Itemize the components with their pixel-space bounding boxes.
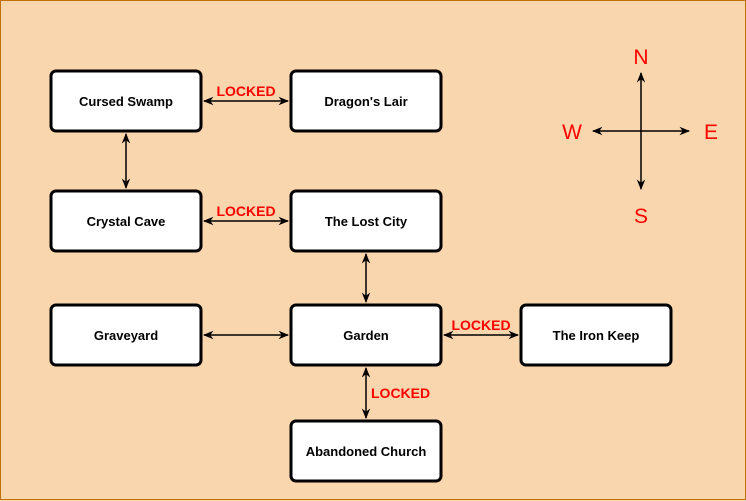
room-garden[interactable]: Garden xyxy=(289,303,443,367)
room-label: Graveyard xyxy=(94,328,158,343)
locked-label: LOCKED xyxy=(451,317,510,333)
room-label: Dragon's Lair xyxy=(324,94,407,109)
locked-label: LOCKED xyxy=(371,385,430,401)
room-label: Garden xyxy=(343,328,389,343)
room-abandoned-church[interactable]: Abandoned Church xyxy=(289,419,443,483)
room-label: The Iron Keep xyxy=(553,328,640,343)
room-graveyard[interactable]: Graveyard xyxy=(49,303,203,367)
room-label: Cursed Swamp xyxy=(79,94,173,109)
room-map-diagram: LOCKED LOCKED LOCKED LOCKED Cursed Swamp Dra… xyxy=(49,46,718,483)
locked-label: LOCKED xyxy=(216,83,275,99)
compass-west-label: W xyxy=(562,121,582,144)
room-label: Abandoned Church xyxy=(306,444,427,459)
room-cursed-swamp[interactable]: Cursed Swamp xyxy=(49,69,203,133)
room-label: The Lost City xyxy=(325,214,408,229)
diagram-canvas: LOCKED LOCKED LOCKED LOCKED Cursed Swamp Dra… xyxy=(0,0,746,500)
room-crystal-cave[interactable]: Crystal Cave xyxy=(49,189,203,253)
room-label: Crystal Cave xyxy=(87,214,166,229)
room-lost-city[interactable]: The Lost City xyxy=(289,189,443,253)
compass-rose: N S W E xyxy=(562,46,718,228)
compass-south-label: S xyxy=(634,205,648,228)
room-dragons-lair[interactable]: Dragon's Lair xyxy=(289,69,443,133)
room-iron-keep[interactable]: The Iron Keep xyxy=(519,303,673,367)
locked-label: LOCKED xyxy=(216,203,275,219)
compass-north-label: N xyxy=(633,46,648,69)
compass-east-label: E xyxy=(704,121,718,144)
